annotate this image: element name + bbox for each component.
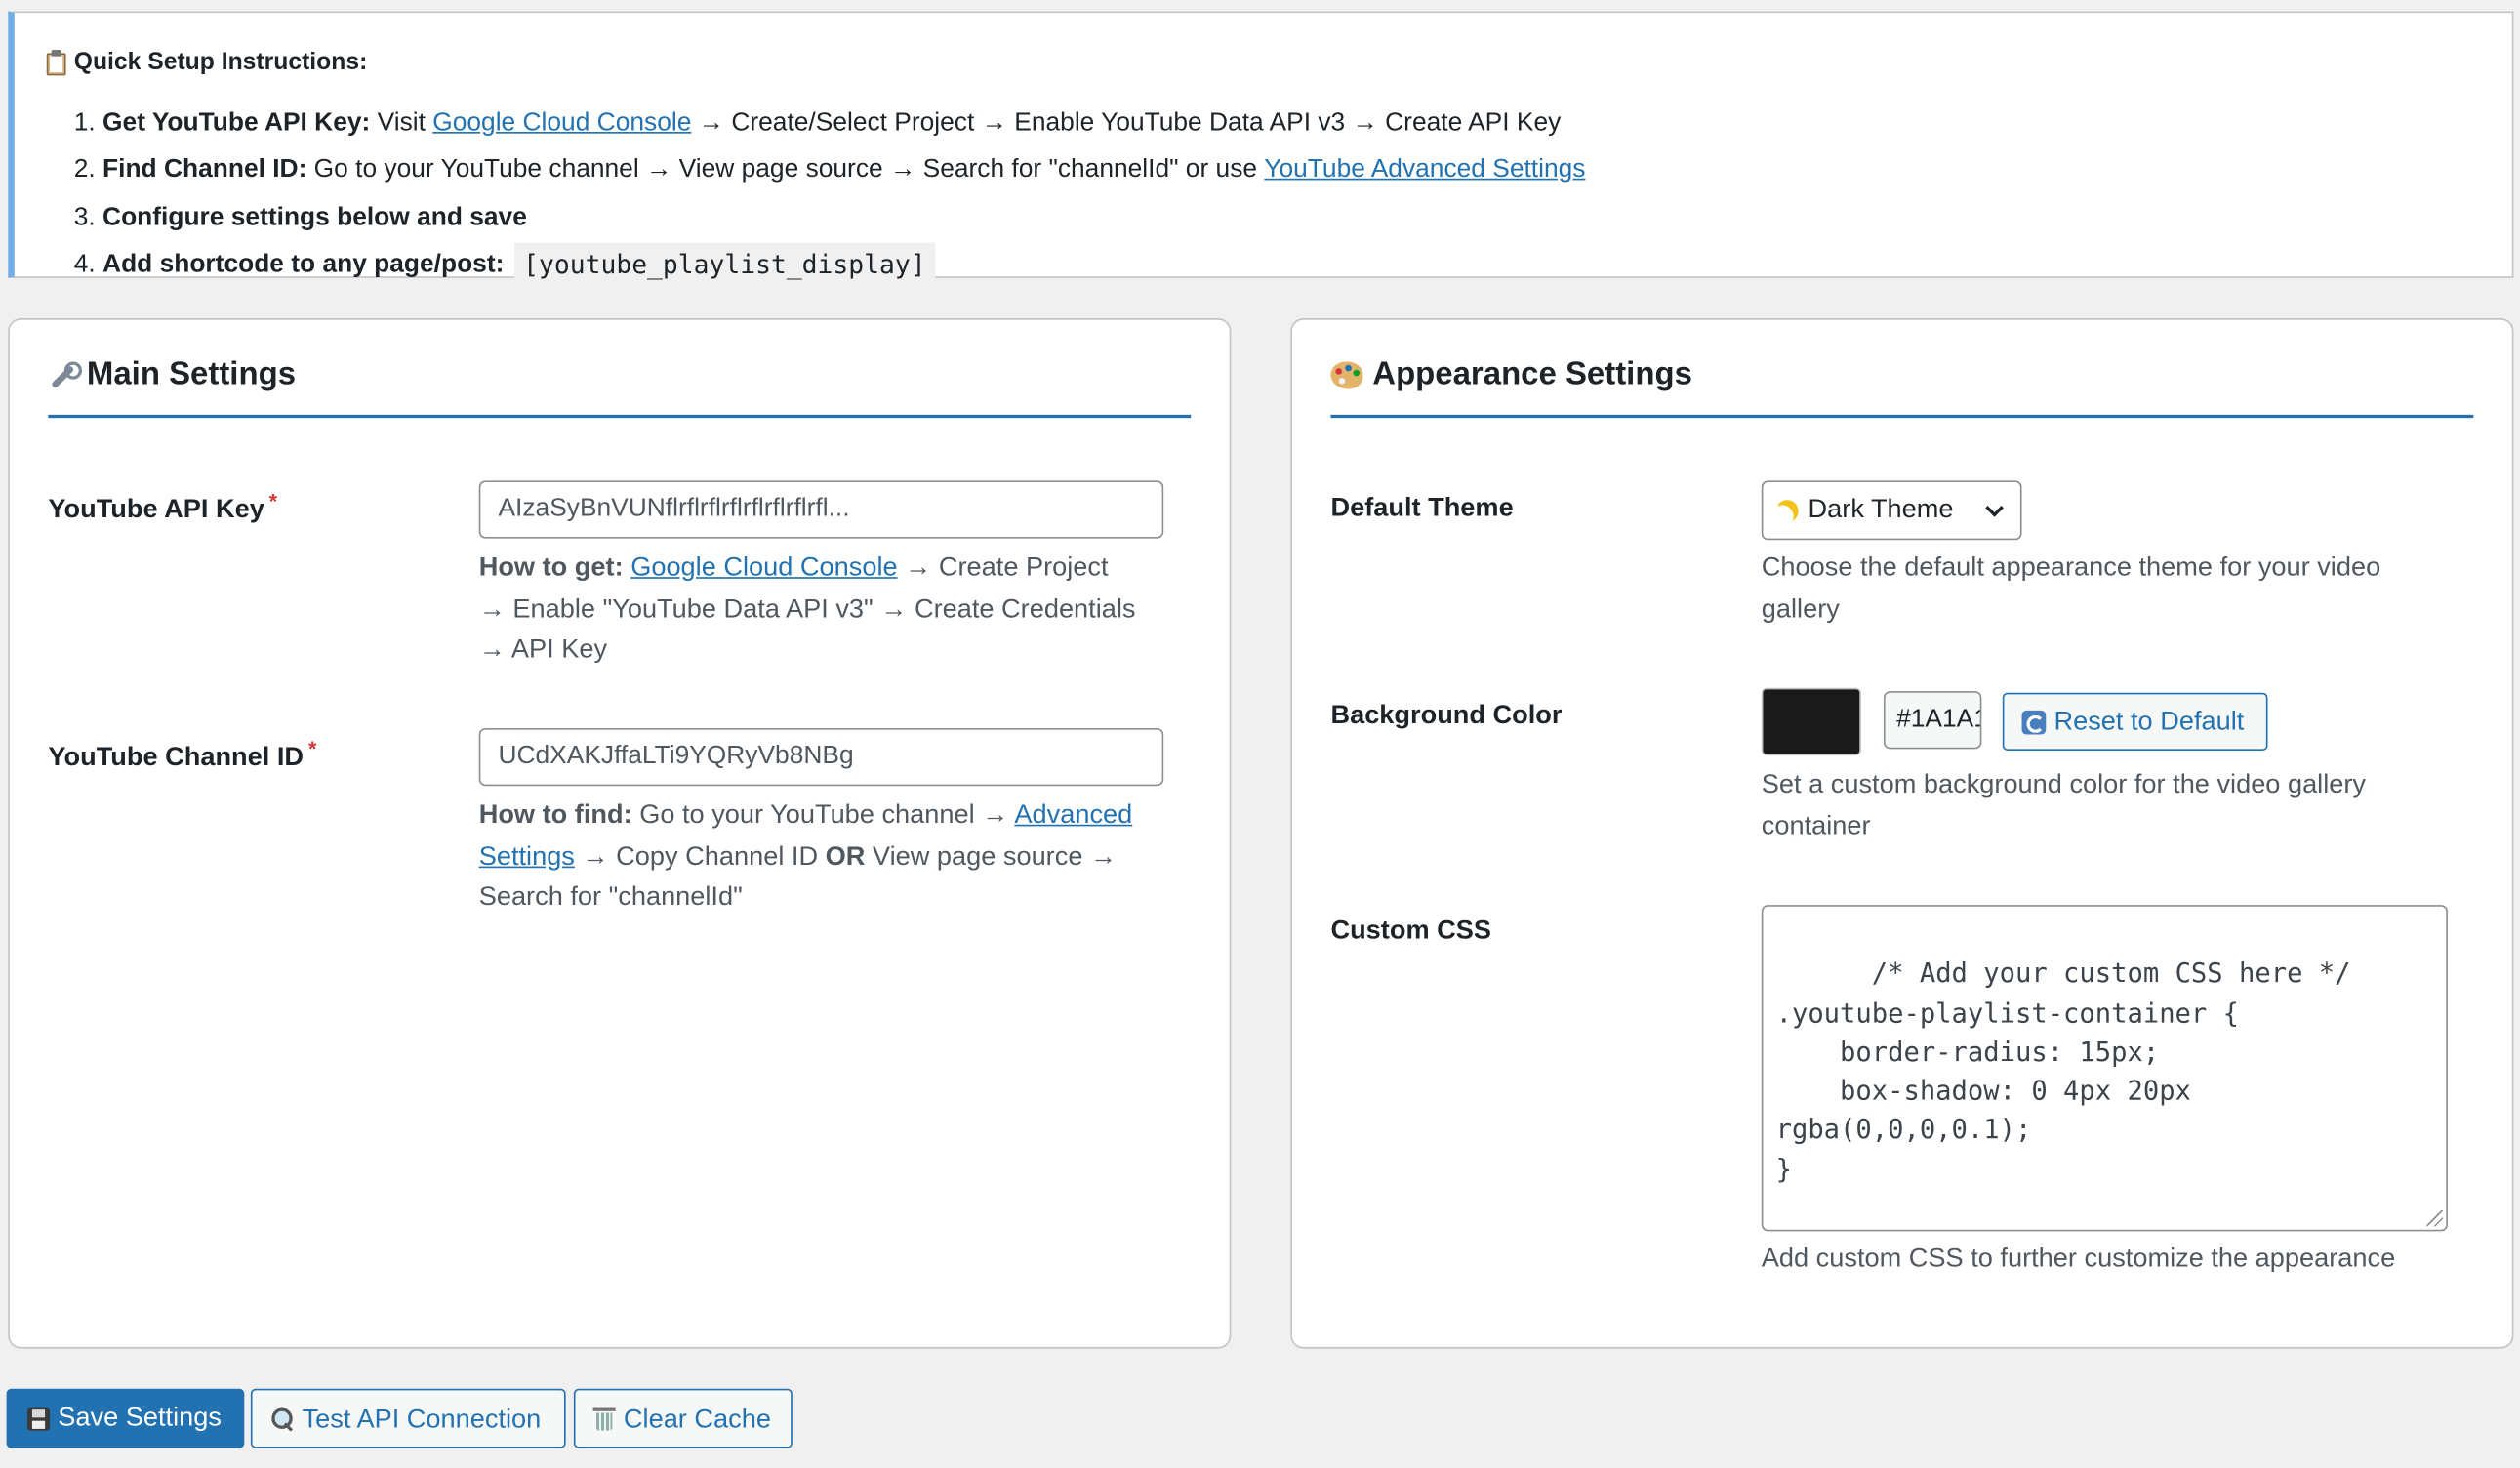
main-settings-card: Main Settings YouTube API Key * AIzaSyBnV… xyxy=(8,318,1232,1349)
theme-select[interactable]: Dark Theme xyxy=(1761,480,2022,541)
default-theme-label: Default Theme xyxy=(1330,493,1514,523)
floppy-disk-icon xyxy=(26,1407,51,1430)
channel-id-input[interactable]: UCdXAKJffaLTi9YQRyVb8NBg xyxy=(478,727,1164,787)
resize-handle[interactable] xyxy=(2426,1209,2443,1227)
refresh-icon xyxy=(2021,710,2047,734)
clear-cache-button[interactable]: Clear Cache xyxy=(573,1388,793,1448)
setup-instructions-notice: Quick Setup Instructions: 1. Get YouTube… xyxy=(8,11,2514,289)
required-marker: * xyxy=(307,736,317,760)
required-marker: * xyxy=(268,488,278,513)
trash-icon xyxy=(592,1407,616,1431)
setup-step: 1. Get YouTube API Key: Visit Google Clo… xyxy=(74,100,1586,147)
setup-step: 2. Find Channel ID: Go to your YouTube c… xyxy=(74,147,1586,195)
clipboard-icon xyxy=(45,49,67,75)
api-key-label: YouTube API Key * xyxy=(48,488,278,524)
background-color-help: Set a custom background color for the vi… xyxy=(1761,769,2367,840)
channel-id-label: YouTube Channel ID * xyxy=(48,736,317,772)
google-cloud-console-link[interactable]: Google Cloud Console xyxy=(432,105,691,141)
palette-icon xyxy=(1330,361,1363,389)
divider xyxy=(48,414,1192,419)
notice-title: Quick Setup Instructions: xyxy=(45,48,367,75)
shortcode: [youtube_playlist_display] xyxy=(513,243,936,289)
channel-id-help: How to find: Go to your YouTube channel … xyxy=(478,800,1133,912)
custom-css-label: Custom CSS xyxy=(1330,916,1492,946)
api-key-help-link[interactable]: Google Cloud Console xyxy=(630,552,897,582)
setup-steps-list: 1. Get YouTube API Key: Visit Google Clo… xyxy=(74,100,1586,289)
setup-step: 4. Add shortcode to any page/post: [youtu… xyxy=(74,242,1586,290)
magnifier-icon xyxy=(270,1407,295,1431)
api-key-help: How to get: Google Cloud Console → Creat… xyxy=(478,552,1136,665)
api-key-input[interactable]: AIzaSyBnVUNflrflrflrflrflrflrflrfl... xyxy=(478,480,1164,539)
color-hex-input[interactable]: #1A1A1A xyxy=(1883,691,1982,750)
custom-css-textarea[interactable]: /* Add your custom CSS here */ .youtube-… xyxy=(1761,905,2448,1232)
save-settings-button[interactable]: Save Settings xyxy=(6,1388,245,1448)
main-settings-title: Main Settings xyxy=(48,357,296,394)
theme-help: Choose the default appearance theme for … xyxy=(1761,552,2381,624)
youtube-advanced-settings-link[interactable]: YouTube Advanced Settings xyxy=(1264,153,1585,188)
reset-to-default-button[interactable]: Reset to Default xyxy=(2002,692,2268,752)
appearance-settings-title: Appearance Settings xyxy=(1330,357,1692,394)
background-color-label: Background Color xyxy=(1330,700,1563,730)
setup-step: 3. Configure settings below and save xyxy=(73,203,527,231)
chevron-down-icon xyxy=(1985,499,2004,517)
color-picker-swatch[interactable] xyxy=(1761,687,1861,755)
test-api-connection-button[interactable]: Test API Connection xyxy=(250,1388,566,1448)
divider xyxy=(1330,414,2474,419)
custom-css-help: Add custom CSS to further customize the … xyxy=(1761,1244,2396,1274)
crescent-moon-icon xyxy=(1772,496,1802,525)
wrench-icon xyxy=(48,360,82,390)
appearance-settings-card: Appearance Settings Default Theme Dark T… xyxy=(1290,318,2514,1349)
